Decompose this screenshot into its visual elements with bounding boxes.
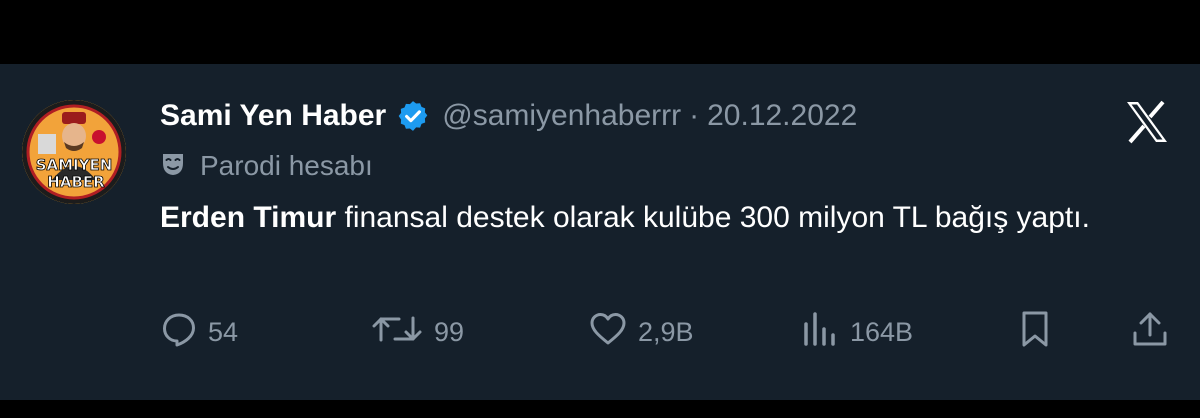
handle[interactable]: @samiyenhaberrr [442, 99, 681, 133]
bookmark-button[interactable] [1016, 310, 1054, 354]
like-count: 2,9B [638, 316, 694, 347]
display-name[interactable]: Sami Yen Haber [160, 99, 386, 133]
retweet-count: 99 [434, 316, 465, 347]
theater-mask-icon [160, 151, 186, 182]
separator: · [689, 99, 700, 132]
share-button[interactable] [1130, 310, 1170, 354]
tweet-text-bold: Erden Timur [160, 201, 337, 234]
post-date[interactable]: 20.12.2022 [707, 99, 857, 133]
views-icon [800, 310, 840, 355]
avatar-line-2: HABER [47, 173, 105, 191]
x-logo-icon[interactable] [1123, 98, 1171, 151]
reply-count: 54 [208, 316, 239, 347]
tweet-card[interactable]: SAMIYEN HABER Sami Yen Haber @samiyenhab… [0, 64, 1200, 400]
tweet-text: Erden Timur finansal destek olarak kulüb… [160, 196, 1170, 240]
parody-label: Parodi hesabı [200, 150, 373, 181]
like-button[interactable]: 2,9B [588, 310, 694, 354]
retweet-icon [370, 310, 424, 355]
avatar-line-1: SAMIYEN [36, 156, 113, 174]
tweet-header: Sami Yen Haber @samiyenhaberrr · 20.12.2… [160, 94, 857, 138]
heart-icon [588, 310, 628, 355]
views-count: 164B [850, 316, 914, 347]
share-icon [1130, 309, 1170, 356]
avatar[interactable]: SAMIYEN HABER [22, 100, 126, 204]
retweet-button[interactable]: 99 [370, 310, 464, 354]
parody-label-row: Parodi hesabı [160, 148, 373, 184]
reply-icon [160, 310, 198, 355]
action-bar: 54 99 2,9B 164B [0, 310, 1200, 354]
reply-button[interactable]: 54 [160, 310, 238, 354]
views-button[interactable]: 164B [800, 310, 913, 354]
verified-badge-icon [396, 99, 430, 133]
bookmark-icon [1016, 309, 1054, 356]
tweet-text-body: finansal destek olarak kulübe 300 milyon… [336, 201, 1090, 234]
